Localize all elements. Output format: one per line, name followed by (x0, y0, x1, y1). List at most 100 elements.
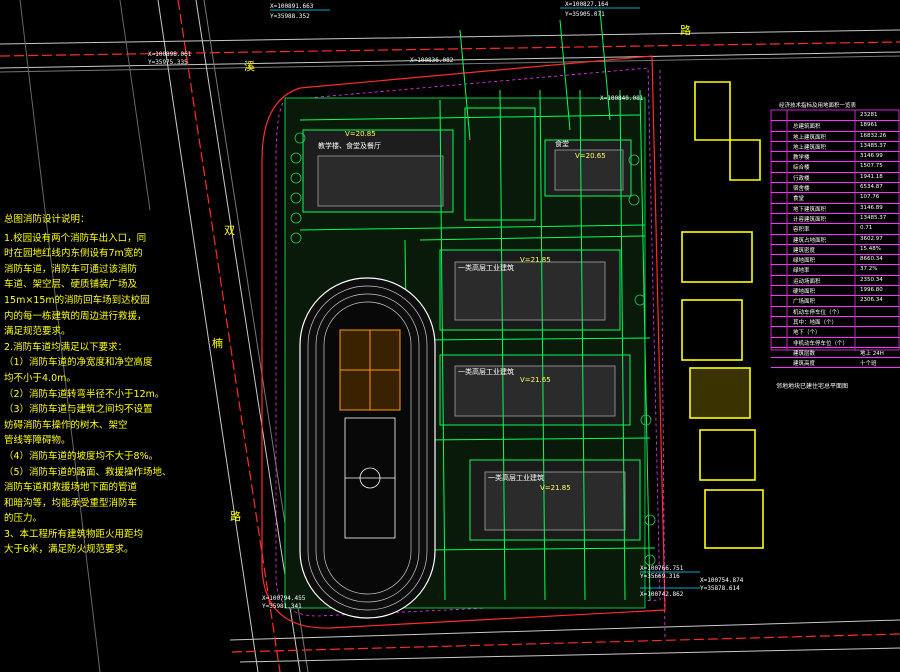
table-row: 绿地率 37.2% (771, 265, 900, 276)
coord: Y=35905.071 (565, 11, 605, 18)
coord: X=100742.862 (640, 591, 684, 598)
notes-line: （1）消防车道的净宽度和净空高度 (4, 357, 153, 369)
table-row: 地上建筑面积 13485.37 (771, 142, 900, 153)
coord: X=100794.455 (262, 595, 306, 602)
table-row: 建筑密度 15.48% (771, 245, 900, 256)
table-title: 经济技术指标及用地面积一览表 (779, 103, 857, 109)
running-track (299, 277, 436, 619)
coord: X=100827.164 (565, 1, 609, 8)
table-row: 绿地面积 8660.34 (771, 255, 900, 266)
table-value: 13485.37 (860, 142, 887, 149)
table-key: 地下建筑面积 (793, 206, 827, 213)
notes-line: （5）消防车道的路面、救援操作场地、 (4, 466, 172, 478)
table-key: 行政楼 (793, 175, 810, 182)
notes-line: 1.校园设有两个消防车出入口，同 (4, 232, 147, 244)
road-name-north-1: 溪 (244, 60, 255, 73)
indicator-table: 经济技术指标及用地面积一览表 23281 总建筑面积 18961 地上建筑面积 1683… (771, 101, 900, 369)
table-key: 运动场面积 (793, 278, 821, 285)
table-key: 总建筑面积 (793, 124, 821, 131)
table-row: 综合楼 1507.75 (771, 162, 900, 173)
neighbor-site-label: 邻地地块已建住宅总平面图 (776, 382, 848, 390)
table-value: 23281 (860, 112, 878, 118)
table-value: 16832.26 (860, 132, 887, 139)
table-row: 建筑占地面积 3602.97 (771, 235, 900, 245)
building-label: 一类高层工业建筑 (458, 263, 514, 272)
table-row: 食堂 107.76 (771, 193, 900, 204)
notes-line: 车道、架空层、硬质铺装广场及 (4, 279, 138, 291)
table-key: 地下（个） (793, 330, 821, 337)
table-value: 13485.37 (860, 214, 887, 221)
notes-line: 满足规范要求。 (4, 326, 71, 338)
level-label: V=21.65 (520, 376, 551, 384)
cad-drawing-canvas: 教学楼、食堂及餐厅 V=20.85 食堂 V=20.65 一类高层工业建筑 V=… (0, 0, 900, 672)
table-row: 地上建筑面积 16832.26 (771, 132, 900, 142)
table-key: 容积率 (793, 227, 810, 234)
table-row: 教学楼 3146.99 (771, 152, 900, 163)
table-value: 3146.99 (860, 153, 883, 160)
coord: Y=35669.316 (640, 573, 680, 580)
table-key: 计容建筑面积 (793, 216, 827, 223)
table-key: 教学楼 (793, 155, 810, 162)
table-key: 建筑层数 (793, 350, 816, 357)
level-label: V=20.85 (345, 130, 376, 138)
coord: X=100840.081 (600, 95, 644, 102)
road-name-north-2: 路 (680, 24, 691, 37)
notes-line: 大于6米，满足防火规范要求。 (4, 544, 134, 556)
coord: Y=35878.614 (700, 585, 740, 592)
table-key: 建筑占地面积 (793, 237, 827, 244)
level-label: V=21.85 (540, 484, 571, 492)
table-row: 23281 (771, 111, 900, 122)
table-key: 其中：地面（个） (793, 319, 838, 326)
coord: X=100754.874 (700, 577, 744, 584)
table-key: 建筑高度 (793, 361, 816, 368)
table-row: 地下建筑面积 3146.89 (771, 204, 900, 214)
table-value: 18961 (860, 122, 878, 129)
table-value: 107.76 (860, 194, 880, 201)
table-value: 15.48% (860, 245, 881, 252)
level-label: V=20.65 (575, 152, 606, 160)
building-label: 一类高层工业建筑 (458, 367, 514, 376)
table-row: 广场面积 2306.34 (771, 296, 900, 307)
notes-line: 消防车道和救援场地下面的管道 (4, 482, 138, 494)
coord: X=100898.061 (148, 51, 192, 58)
table-value: 0.71 (860, 225, 873, 232)
table-row: 非机动车停车位（个） (771, 338, 900, 348)
fire-design-notes: 总图消防设计说明： 1.校园设有两个消防车出入口，同 时在园地红线内东侧设有7m… (4, 212, 172, 558)
coord: Y=35975.335 (148, 59, 188, 66)
table-value: 2350.34 (860, 276, 883, 283)
road-name-west-2: 楠 (212, 337, 223, 350)
coord: X=100891.663 (270, 3, 314, 10)
neighbor-buildings (681, 81, 764, 549)
table-row: 总建筑面积 18961 (771, 121, 900, 132)
table-key: 宿舍楼 (793, 186, 810, 193)
table-key: 绿地面积 (793, 258, 816, 265)
table-key: 建筑密度 (793, 247, 816, 254)
table-key: 综合楼 (793, 165, 810, 172)
level-label: V=21.85 (520, 256, 551, 264)
table-value: 2306.34 (860, 297, 883, 304)
notes-lines: 1.校园设有两个消防车出入口，同 时在园地红线内东侧设有7m宽的 消防车道，消防… (4, 231, 172, 558)
table-value: 6534.87 (860, 184, 883, 191)
table-key: 广场面积 (793, 299, 816, 306)
notes-line: 均不小于4.0m。 (4, 372, 76, 384)
table-row: 建筑高度 十个班 (771, 358, 900, 369)
table-row: 宿舍楼 6534.87 (771, 183, 900, 194)
table-value: 3146.89 (860, 204, 883, 211)
notes-line: （3）消防车道与建筑之间均不设置 (4, 404, 153, 416)
notes-line: 15m×15m的消防回车场到达校园 (4, 294, 150, 306)
table-row: 容积率 0.71 (771, 224, 900, 235)
coord: Y=35981.341 (262, 603, 302, 610)
notes-line: 和暗沟等，均能承受重型消防车 (4, 497, 138, 509)
notes-line: 妨碍消防车操作的树木、架空 (4, 419, 128, 431)
table-value: 十个班 (860, 361, 877, 368)
table-value: 1941.18 (860, 173, 883, 180)
table-rows: 23281 总建筑面积 18961 地上建筑面积 16832.26 地上建筑面积 13485… (771, 111, 900, 369)
road-name-west-3: 路 (230, 510, 241, 523)
table-key: 地上建筑面积 (793, 134, 827, 141)
notes-line: （4）消防车道的坡度均不大于8%。 (4, 450, 159, 462)
road-name-west-1: 双 (224, 224, 235, 237)
notes-line: 2.消防车道均满足以下要求： (4, 341, 128, 353)
notes-line: 3、本工程所有建筑物距火用距均 (4, 528, 144, 540)
building-label: 食堂 (555, 139, 569, 148)
coord: Y=35988.352 (270, 13, 310, 20)
